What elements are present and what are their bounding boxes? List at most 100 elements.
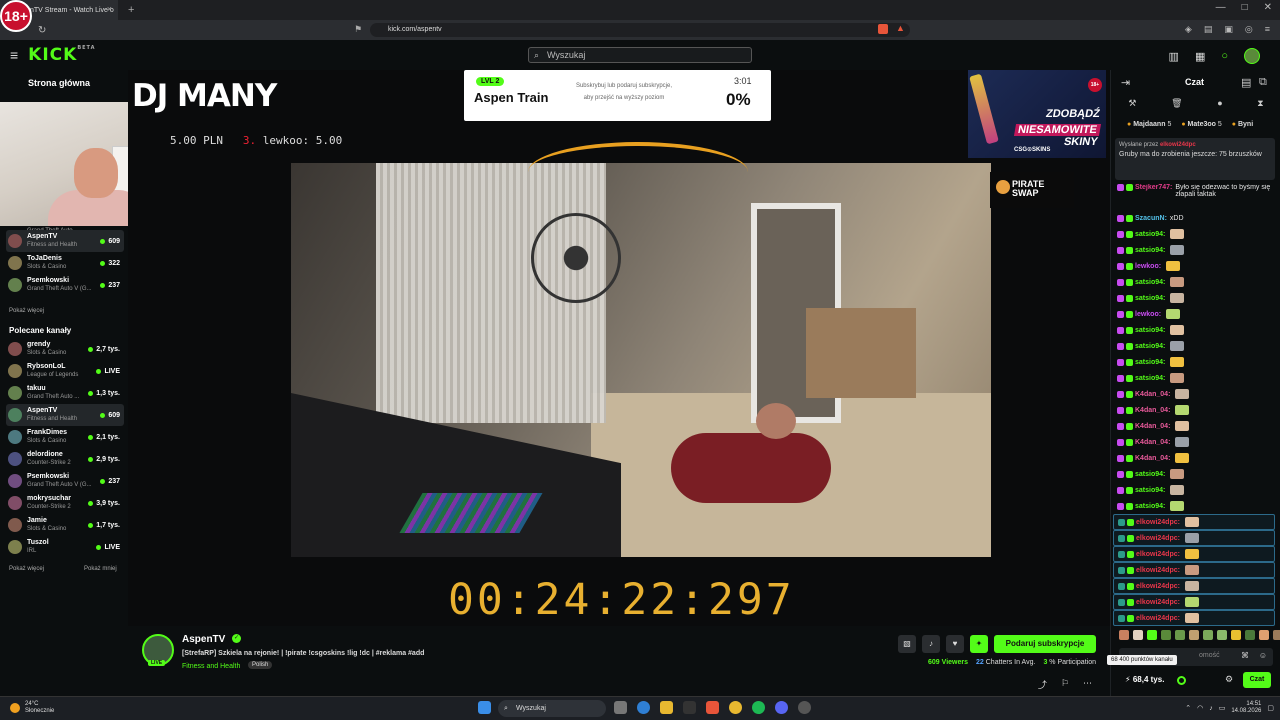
user-avatar[interactable] bbox=[1244, 48, 1260, 64]
chat-username[interactable]: SzacunN: bbox=[1135, 215, 1167, 222]
weather-widget[interactable]: 24°C Słonecznie bbox=[10, 701, 54, 715]
chat-username[interactable]: elkowi24dpc: bbox=[1136, 583, 1180, 590]
chat-message[interactable]: satsio94: bbox=[1117, 322, 1279, 338]
chat-username[interactable]: elkowi24dpc: bbox=[1136, 551, 1180, 558]
chat-username[interactable]: K4dan_04: bbox=[1135, 391, 1170, 398]
top-gifter[interactable]: ● Mate3oo 5 bbox=[1181, 121, 1221, 128]
sidebar-recommended-delordione[interactable]: delordione Counter-Strike 2 2,9 tys. bbox=[6, 448, 124, 470]
app-icon[interactable] bbox=[798, 701, 811, 714]
share-icon[interactable]: ⤴ bbox=[1038, 678, 1047, 691]
hourglass-icon[interactable]: ⧗ bbox=[1257, 98, 1263, 109]
emote-icon[interactable] bbox=[1259, 630, 1269, 640]
chat-message[interactable]: satsio94: bbox=[1117, 242, 1279, 258]
chat-username[interactable]: satsio94: bbox=[1135, 503, 1165, 510]
chat-message[interactable]: satsio94: bbox=[1117, 354, 1279, 370]
chat-username[interactable]: Stejker747: bbox=[1135, 184, 1172, 191]
emote-icon[interactable] bbox=[1217, 630, 1227, 640]
chat-username[interactable]: satsio94: bbox=[1135, 231, 1165, 238]
chat-message[interactable]: K4dan_04: bbox=[1117, 418, 1279, 434]
bookmark-icon[interactable]: ⚑ bbox=[354, 24, 362, 35]
extensions-icon[interactable]: ◈ bbox=[1185, 24, 1192, 35]
chat-message[interactable]: elkowi24dpc: bbox=[1113, 594, 1275, 610]
minimize-button[interactable]: — bbox=[1216, 2, 1226, 13]
reload-icon[interactable]: ↻ bbox=[38, 25, 46, 36]
chat-username[interactable]: satsio94: bbox=[1135, 359, 1165, 366]
sidebar-recommended-takuu[interactable]: takuu Grand Theft Auto ... 1,3 tys. bbox=[6, 382, 124, 404]
brave-shield-icon[interactable] bbox=[878, 24, 888, 34]
sidebar-recommended-aspentv[interactable]: AspenTV Fitness and Health 609 bbox=[6, 404, 124, 426]
trash-icon[interactable]: 🗑 bbox=[1171, 98, 1182, 109]
taskbar-search[interactable]: ⌕ Wyszukaj bbox=[498, 700, 606, 717]
clock[interactable]: 14:51 14.08.2026 bbox=[1231, 701, 1261, 715]
chat-message[interactable]: elkowi24dpc: bbox=[1113, 546, 1275, 562]
wallet-icon[interactable]: ▣ bbox=[1224, 24, 1233, 35]
chat-username[interactable]: lewkoo: bbox=[1135, 311, 1161, 318]
wifi-icon[interactable]: ◠ bbox=[1197, 704, 1203, 712]
chat-username[interactable]: satsio94: bbox=[1135, 343, 1165, 350]
chat-username[interactable]: satsio94: bbox=[1135, 327, 1165, 334]
report-icon[interactable]: ⚐ bbox=[1061, 678, 1069, 691]
chat-username[interactable]: K4dan_04: bbox=[1135, 423, 1170, 430]
chat-message[interactable]: elkowi24dpc: bbox=[1113, 514, 1275, 530]
sidebar-recommended-frankdimes[interactable]: FrankDimes Slots & Casino 2,1 tys. bbox=[6, 426, 124, 448]
sidebar-recommended-grendy[interactable]: grendy Slots & Casino 2,7 tys. bbox=[6, 338, 124, 360]
emote-icon[interactable] bbox=[1119, 630, 1129, 640]
brave-rewards-icon[interactable]: ▲ bbox=[896, 23, 905, 33]
new-tab-button[interactable]: + bbox=[128, 4, 134, 16]
sidebar-icon[interactable]: ▤ bbox=[1204, 24, 1213, 35]
send-chat-button[interactable]: Czat bbox=[1243, 672, 1271, 688]
windows-start-icon[interactable] bbox=[478, 701, 491, 714]
chat-bubble-icon[interactable]: ● bbox=[1217, 98, 1222, 109]
top-gifter[interactable]: ● Majdaann 5 bbox=[1127, 121, 1171, 128]
gift-button[interactable]: ✦ bbox=[970, 635, 988, 653]
show-more-recommended[interactable]: Pokaż więcej bbox=[9, 566, 44, 572]
chat-username[interactable]: elkowi24dpc: bbox=[1136, 567, 1180, 574]
emote-icon[interactable] bbox=[1203, 630, 1213, 640]
chat-message[interactable]: K4dan_04: bbox=[1117, 402, 1279, 418]
show-more-followed[interactable]: Pokaż więcej bbox=[9, 308, 44, 314]
chat-message[interactable]: SzacunN: xDD bbox=[1117, 210, 1279, 226]
chat-message[interactable]: satsio94: bbox=[1117, 290, 1279, 306]
chat-username[interactable]: elkowi24dpc: bbox=[1136, 519, 1180, 526]
search-input[interactable]: ⌕ Wyszukaj bbox=[528, 47, 752, 63]
sidebar-followed-aspentv[interactable]: AspenTV Fitness and Health 609 bbox=[6, 230, 124, 252]
more-icon[interactable]: ⋯ bbox=[1083, 678, 1092, 691]
gift-subscription-button[interactable]: Podaruj subskrypcje bbox=[994, 635, 1096, 653]
theatre-icon[interactable]: ▦ bbox=[1195, 50, 1205, 63]
chat-message[interactable]: lewkoo: bbox=[1117, 258, 1279, 274]
points-ring-icon[interactable] bbox=[1177, 676, 1186, 685]
chat-username[interactable]: elkowi24dpc: bbox=[1136, 599, 1180, 606]
emote-icon[interactable] bbox=[1161, 630, 1171, 640]
battery-icon[interactable]: ▭ bbox=[1219, 704, 1226, 712]
edge-icon[interactable] bbox=[637, 701, 650, 714]
emote-icon[interactable] bbox=[1133, 630, 1143, 640]
chat-username[interactable]: satsio94: bbox=[1135, 295, 1165, 302]
language-tag[interactable]: Polish bbox=[248, 661, 273, 669]
chat-message[interactable]: elkowi24dpc: bbox=[1113, 530, 1275, 546]
chat-username[interactable]: K4dan_04: bbox=[1135, 439, 1170, 446]
stream-category[interactable]: Fitness and Health bbox=[182, 663, 240, 670]
emote-icon[interactable] bbox=[1245, 630, 1255, 640]
file-explorer-icon[interactable] bbox=[660, 701, 673, 714]
chat-username[interactable]: satsio94: bbox=[1135, 279, 1165, 286]
clip-button[interactable]: ▧ bbox=[898, 635, 916, 653]
chat-message[interactable]: K4dan_04: bbox=[1117, 434, 1279, 450]
channel-name[interactable]: AspenTV bbox=[182, 634, 225, 645]
close-window-button[interactable]: ✕ bbox=[1264, 2, 1272, 13]
chat-message[interactable]: K4dan_04: bbox=[1117, 386, 1279, 402]
spotify-icon[interactable] bbox=[752, 701, 765, 714]
menu-icon[interactable]: ≡ bbox=[1265, 24, 1270, 35]
emote-icon[interactable] bbox=[1175, 630, 1185, 640]
top-gifter[interactable]: ● Byni bbox=[1232, 121, 1253, 128]
notification-bell-button[interactable]: ♪ bbox=[922, 635, 940, 653]
show-less-recommended[interactable]: Pokaż mniej bbox=[84, 566, 117, 572]
sidebar-recommended-psemkowski[interactable]: Psemkowski Grand Theft Auto V (G... 237 bbox=[6, 470, 124, 492]
chrome-icon[interactable] bbox=[729, 701, 742, 714]
tab-close-icon[interactable]: × bbox=[107, 4, 112, 14]
follow-heart-button[interactable]: ♥ bbox=[946, 635, 964, 653]
maximize-button[interactable]: □ bbox=[1242, 2, 1248, 13]
chat-username[interactable]: elkowi24dpc: bbox=[1136, 535, 1180, 542]
vpn-icon[interactable]: ◎ bbox=[1245, 24, 1253, 35]
chat-message[interactable]: lewkoo: bbox=[1117, 306, 1279, 322]
chat-username[interactable]: lewkoo: bbox=[1135, 263, 1161, 270]
